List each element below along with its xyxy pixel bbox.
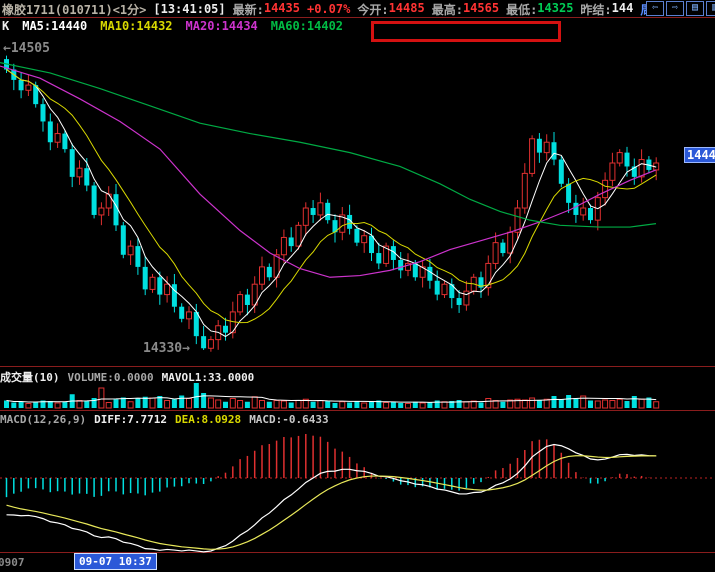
prev-settle-label: 昨结: (580, 1, 611, 18)
trading-terminal-window: 橡胶1711(010711)<1分> [13:41:05] 最新:14435 +… (0, 0, 715, 572)
low-price-annotation: 14330→ (143, 341, 190, 356)
toolbar-icons: ⇦ ⇨ ▤ ▥ (646, 1, 715, 16)
open-value: 14485 (389, 1, 425, 18)
change-percent: +0.07% (307, 2, 350, 16)
low-label: 最低: (506, 1, 537, 18)
forward-arrow-icon[interactable]: ⇨ (666, 1, 684, 16)
open-label: 今开: (357, 1, 388, 18)
volume-panel-separator (0, 410, 715, 411)
back-arrow-icon[interactable]: ⇦ (646, 1, 664, 16)
split-view-icon[interactable]: ▤ (686, 1, 704, 16)
title-bar: 橡胶1711(010711)<1分> [13:41:05] 最新:14435 +… (2, 1, 715, 17)
open-price-field: 今开:14485 (357, 1, 424, 18)
low-price-field: 最低:14325 (506, 1, 573, 18)
prev-settle-field: 昨结:144 (580, 1, 633, 18)
last-price-field: 最新:14435 (233, 1, 300, 18)
panel-view-icon[interactable]: ▥ (706, 1, 715, 16)
instrument-title: 橡胶1711(010711)<1分> (2, 1, 146, 18)
ma-indicator-bar: K MA5:14440 MA10:14432 MA20:14434 MA60:1… (2, 19, 343, 33)
last-label: 最新: (233, 1, 264, 18)
macd-chart-canvas[interactable] (0, 425, 715, 558)
clock: [13:41:05] (153, 2, 225, 16)
last-value: 14435 (264, 1, 300, 18)
candlestick-chart-canvas[interactable] (0, 36, 715, 366)
axis-date-label: 0907 (0, 556, 25, 569)
ma-bar-prefix: K (2, 19, 9, 33)
volume-chart-canvas[interactable] (0, 381, 715, 410)
ma60-readout: MA60:14402 (271, 19, 343, 33)
high-label: 最高: (432, 1, 463, 18)
ma10-readout: MA10:14432 (100, 19, 172, 33)
last-price-tag: 14440 (684, 147, 715, 163)
ma20-readout: MA20:14434 (186, 19, 258, 33)
main-chart-separator (0, 366, 715, 367)
high-value: 14565 (463, 1, 499, 18)
crosshair-time-box[interactable]: 09-07 10:37 (74, 553, 157, 570)
prev-settle-value: 144 (612, 1, 634, 18)
ma5-readout: MA5:14440 (22, 19, 87, 33)
titlebar-separator (0, 17, 715, 18)
high-price-annotation: ←14505 (3, 41, 50, 56)
low-value: 14325 (537, 1, 573, 18)
high-price-field: 最高:14565 (432, 1, 499, 18)
